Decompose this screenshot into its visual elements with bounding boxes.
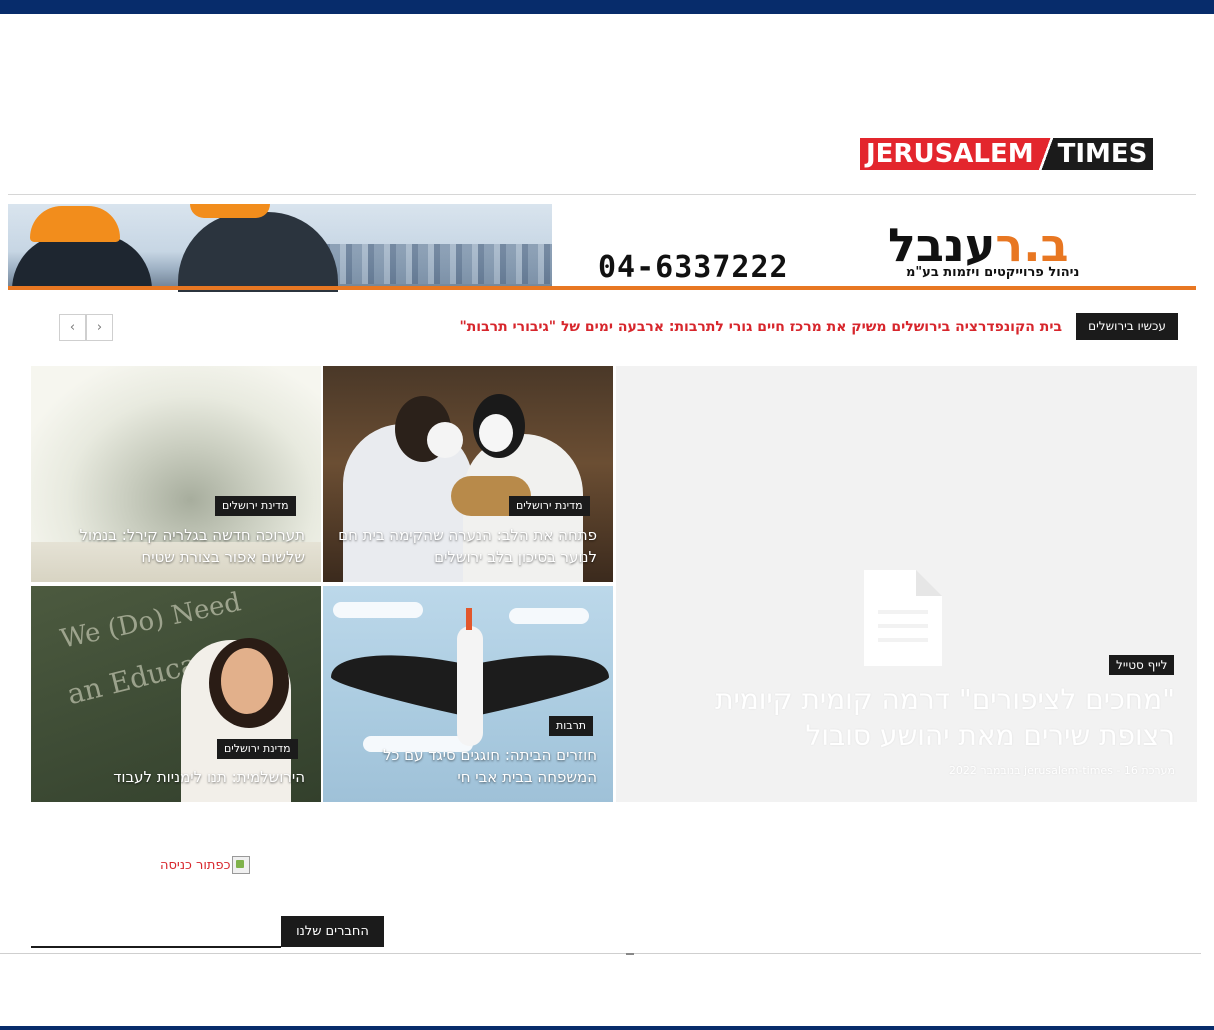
document-icon: [864, 570, 942, 666]
blurred-face: [427, 422, 463, 458]
ticker-nav: ‹ ›: [59, 314, 113, 341]
worker-figure: [178, 212, 338, 292]
article-tile[interactable]: We (Do) Need an Education מדינת ירושלים …: [31, 586, 321, 802]
logo-slash: [1037, 138, 1054, 170]
login-alt-text: כפתור כניסה: [160, 857, 231, 873]
broken-image-icon: [232, 856, 251, 874]
banner-photo: [8, 204, 552, 292]
category-badge[interactable]: מדינת ירושלים: [509, 496, 590, 516]
top-accent-bar: [0, 0, 1214, 14]
figure-face: [221, 648, 273, 714]
article-title[interactable]: פתחה את הלב: הנערה שהקימה בית חם לנוער ב…: [327, 524, 597, 568]
article-title[interactable]: "מחכים לציפורים" דרמה קומית קיומית רצופת…: [655, 682, 1175, 754]
logo-times: TIMES: [1053, 138, 1154, 170]
article-title[interactable]: הירושלמית: תנו לימניות לעבוד: [35, 766, 305, 788]
stork-body: [457, 626, 483, 746]
brand-letter: .ר: [995, 218, 1041, 272]
ticker-label: עכשיו בירושלים: [1076, 313, 1178, 340]
brand-letter: ב: [1040, 218, 1069, 272]
banner-brand: ב.רענבל: [888, 222, 1069, 268]
logo-jerusalem: JERUSALEM: [860, 138, 1038, 170]
category-badge[interactable]: מדינת ירושלים: [217, 739, 298, 759]
worker-figure: [12, 234, 152, 290]
hard-hat-icon: [30, 206, 120, 242]
header-divider: [8, 194, 1196, 195]
login-button[interactable]: כפתור כניסה: [160, 856, 251, 874]
bottom-accent-bar: [0, 1026, 1214, 1030]
site-logo[interactable]: JERUSALEM TIMES: [860, 138, 1154, 170]
stork-wing: [473, 635, 609, 717]
article-title[interactable]: חוזרים הביתה: חוגגים סיגד עם כל המשפחה ב…: [327, 744, 597, 788]
cloud: [333, 602, 423, 618]
stork-beak: [466, 608, 472, 630]
article-tile[interactable]: מדינת ירושלים פתחה את הלב: הנערה שהקימה …: [323, 366, 613, 582]
banner-subtitle: ניהול פרוייקטים ויזמות בע"מ: [906, 265, 1080, 280]
footer-divider: [0, 953, 1201, 954]
brand-name: ענבל: [888, 218, 996, 272]
ad-banner[interactable]: 04-6337222 ב.רענבל ניהול פרוייקטים ויזמו…: [8, 204, 1196, 292]
category-badge[interactable]: לייף סטייל: [1109, 655, 1175, 675]
cloud: [509, 608, 589, 624]
featured-article[interactable]: לייף סטייל "מחכים לציפורים" דרמה קומית ק…: [616, 366, 1197, 802]
banner-phone: 04-6337222: [598, 250, 789, 285]
category-badge[interactable]: תרבות: [549, 716, 594, 736]
chevron-right-icon[interactable]: ›: [86, 314, 113, 341]
category-badge[interactable]: מדינת ירושלים: [215, 496, 296, 516]
article-meta: מערכת jerusalem-times - 16 בנובמבר 2022: [948, 764, 1175, 777]
banner-orange-line: [8, 286, 1196, 290]
city-skyline: [308, 244, 552, 284]
ticker-headline[interactable]: בית הקונפדרציה בירושלים משיק את מרכז חיי…: [300, 316, 1062, 338]
our-friends-tab[interactable]: החברים שלנו: [281, 916, 384, 947]
chevron-left-icon[interactable]: ‹: [59, 314, 86, 341]
hard-hat-icon: [190, 204, 270, 218]
article-tile[interactable]: תרבות חוזרים הביתה: חוגגים סיגד עם כל המ…: [323, 586, 613, 802]
blurred-face: [479, 414, 513, 452]
friends-underline: [31, 946, 281, 948]
tile-image: [331, 635, 467, 717]
article-title[interactable]: תערוכה חדשה בגלריה קירל: בנמול שלשום אפו…: [35, 524, 305, 568]
article-tile[interactable]: מדינת ירושלים תערוכה חדשה בגלריה קירל: ב…: [31, 366, 321, 582]
divider-marker: [626, 953, 634, 955]
